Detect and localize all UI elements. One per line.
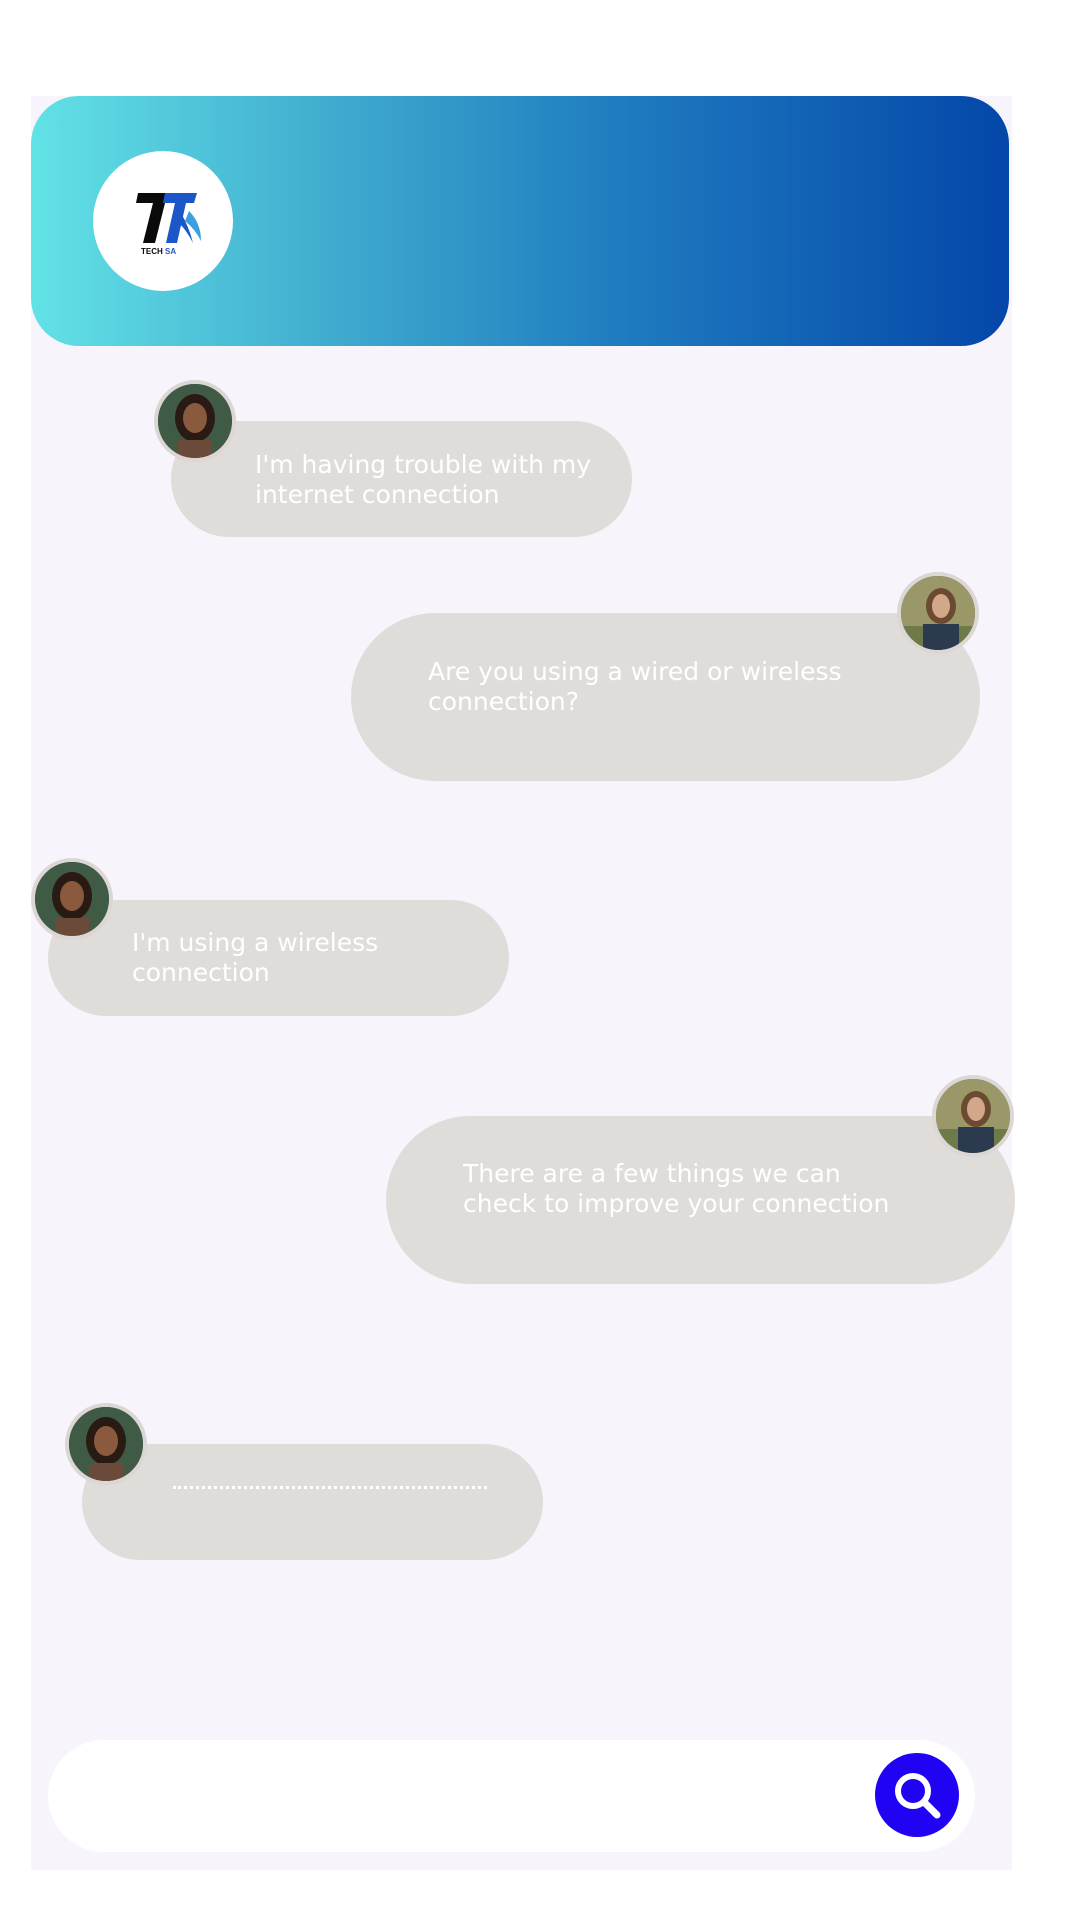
message-input[interactable]	[48, 1740, 975, 1852]
customer-photo-icon	[158, 384, 232, 458]
search-button[interactable]	[875, 1753, 959, 1837]
agent-photo-icon	[936, 1079, 1010, 1153]
search-icon	[895, 1773, 941, 1819]
brand-logo: TECH SA	[93, 151, 233, 291]
chat-screen: TECH SA I'm having trouble with my inter…	[0, 0, 1080, 1920]
message-text: I'm using a wireless connection	[132, 928, 379, 987]
typing-bubble	[82, 1444, 543, 1560]
tech-sa-logo-icon: TECH SA	[136, 193, 201, 256]
agent-photo-icon	[901, 576, 975, 650]
agent-avatar	[932, 1075, 1014, 1157]
svg-text:TECH: TECH	[141, 247, 163, 256]
message-text: I'm having trouble with my internet conn…	[255, 450, 592, 509]
message-text: There are a few things we can check to i…	[463, 1159, 890, 1218]
svg-text:SA: SA	[165, 247, 176, 256]
customer-avatar	[154, 380, 236, 462]
customer-photo-icon	[69, 1407, 143, 1481]
customer-photo-icon	[35, 862, 109, 936]
customer-avatar	[31, 858, 113, 940]
message-text: Are you using a wired or wireless connec…	[428, 657, 842, 716]
typing-indicator	[173, 1486, 487, 1489]
agent-avatar	[897, 572, 979, 654]
customer-avatar	[65, 1403, 147, 1485]
